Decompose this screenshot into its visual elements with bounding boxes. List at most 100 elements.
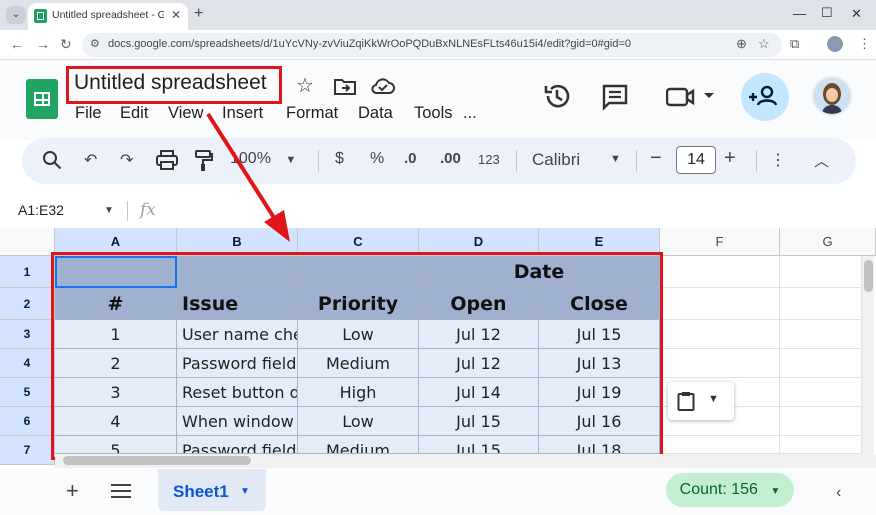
back-icon[interactable]: ← — [10, 36, 24, 52]
browser-menu-icon[interactable]: ⋮ — [858, 36, 871, 52]
font-size-input[interactable]: 14 — [676, 146, 716, 174]
cell-f4[interactable] — [660, 349, 780, 378]
decrease-decimal-label: .0 — [404, 150, 417, 167]
paste-options-button[interactable]: ▼ — [668, 382, 734, 420]
reload-icon[interactable]: ↻ — [60, 36, 72, 53]
horizontal-scrollbar[interactable] — [55, 454, 876, 468]
bookmark-star-icon[interactable]: ☆ — [758, 36, 770, 52]
sheet-tab-label: Sheet1 — [173, 482, 229, 501]
star-icon[interactable]: ☆ — [296, 73, 314, 98]
sheet-tab-sheet1[interactable]: Sheet1 ▼ — [158, 469, 266, 511]
add-sheet-button[interactable]: + — [66, 478, 79, 504]
formula-bar — [0, 192, 876, 228]
formula-divider — [127, 201, 128, 221]
cell-g4[interactable] — [780, 349, 862, 378]
font-select[interactable]: Calibri ▼ — [532, 150, 621, 170]
cell-g5[interactable] — [780, 378, 862, 407]
row-header-7[interactable]: 7 — [0, 436, 55, 465]
cell-f3[interactable] — [660, 320, 780, 349]
name-box[interactable]: A1:E32 — [18, 202, 64, 218]
vertical-scrollbar[interactable] — [862, 256, 874, 454]
new-tab-button[interactable]: + — [194, 5, 203, 23]
cell-f1[interactable] — [660, 256, 780, 288]
title-highlight-box — [66, 66, 282, 104]
zoom-icon[interactable]: ⊕ — [736, 36, 747, 52]
forward-icon[interactable]: → — [36, 36, 50, 52]
cloud-saved-icon[interactable] — [371, 77, 395, 95]
menu-tools[interactable]: Tools — [414, 104, 453, 123]
address-bar-row: ← → ↻ ⚙ docs.google.com/spreadsheets/d/1… — [0, 30, 876, 60]
redo-icon[interactable]: ↷ — [120, 150, 133, 170]
minimize-icon[interactable]: — — [793, 6, 806, 21]
tab-close-icon[interactable]: ✕ — [171, 8, 181, 22]
menu-file[interactable]: File — [75, 104, 102, 123]
row-header-3[interactable]: 3 — [0, 320, 55, 349]
extensions-icon[interactable]: ⧉ — [790, 36, 799, 52]
horizontal-scroll-thumb[interactable] — [63, 456, 251, 465]
menu-edit[interactable]: Edit — [120, 104, 148, 123]
browser-tab-bar: ⌄ Untitled spreadsheet - Google S ✕ + — … — [0, 0, 876, 30]
move-folder-icon[interactable] — [334, 77, 356, 95]
name-box-dropdown-icon[interactable]: ▼ — [104, 205, 114, 216]
sheets-logo-icon[interactable] — [26, 79, 58, 119]
profile-icon[interactable] — [827, 36, 843, 52]
row-header-1[interactable]: 1 — [0, 256, 55, 288]
vertical-scroll-thumb[interactable] — [864, 260, 873, 292]
font-dropdown-icon: ▼ — [610, 153, 621, 165]
select-all-corner[interactable] — [0, 228, 55, 256]
font-size-increase-button[interactable]: + — [724, 147, 736, 170]
count-label: Count: 156 — [679, 481, 758, 498]
print-icon[interactable] — [156, 150, 178, 170]
collapse-toolbar-icon[interactable]: ︿ — [814, 150, 829, 171]
font-size-decrease-button[interactable]: − — [650, 147, 662, 170]
toolbar-divider — [636, 150, 637, 172]
fx-icon: fx — [140, 200, 156, 220]
menu-data[interactable]: Data — [358, 104, 393, 123]
percent-format-button[interactable]: % — [370, 150, 384, 168]
comments-icon[interactable] — [602, 84, 628, 110]
tab-search-icon[interactable]: ⌄ — [6, 6, 26, 24]
search-menus-icon[interactable] — [42, 150, 62, 170]
tab-title: Untitled spreadsheet - Google S — [52, 9, 164, 21]
side-panel-toggle-icon[interactable]: ‹ — [836, 484, 841, 502]
menu-more[interactable]: ... — [463, 104, 477, 123]
clipboard-icon — [677, 391, 695, 411]
decrease-decimal-button[interactable]: .0 — [404, 150, 417, 167]
all-sheets-icon[interactable] — [111, 484, 131, 498]
data-range-highlight-box — [51, 252, 663, 460]
font-name: Calibri — [532, 150, 581, 169]
column-header-g[interactable]: G — [780, 228, 876, 256]
row-header-2[interactable]: 2 — [0, 288, 55, 320]
sheet-tab-dropdown-icon[interactable]: ▼ — [240, 486, 250, 497]
cell-g1[interactable] — [780, 256, 862, 288]
url-field[interactable]: ⚙ docs.google.com/spreadsheets/d/1uYcVNy… — [82, 33, 782, 57]
row-header-4[interactable]: 4 — [0, 349, 55, 378]
version-history-icon[interactable] — [543, 82, 571, 110]
undo-icon[interactable]: ↶ — [84, 150, 97, 170]
maximize-icon[interactable]: ☐ — [821, 5, 833, 21]
number-format-button[interactable]: 123 — [478, 152, 500, 167]
increase-decimal-label: .00 — [440, 150, 461, 167]
menu-view[interactable]: View — [168, 104, 203, 123]
cell-g7[interactable] — [780, 436, 862, 454]
increase-decimal-button[interactable]: .00 — [440, 150, 461, 167]
currency-format-button[interactable]: $ — [335, 150, 344, 168]
account-avatar[interactable] — [812, 76, 852, 116]
cell-f7[interactable] — [660, 436, 780, 454]
cell-g2[interactable] — [780, 288, 862, 320]
cell-f2[interactable] — [660, 288, 780, 320]
formatting-toolbar: ↶ ↷ 100% ▼ $ % .0 .00 123 Calibri ▼ − 14… — [22, 138, 856, 184]
cell-g3[interactable] — [780, 320, 862, 349]
toolbar-divider — [756, 150, 757, 172]
column-header-f[interactable]: F — [660, 228, 780, 256]
row-header-5[interactable]: 5 — [0, 378, 55, 407]
browser-tab[interactable]: Untitled spreadsheet - Google S ✕ — [28, 3, 188, 30]
count-summary-button[interactable]: Count: 156 ▼ — [666, 473, 794, 507]
cell-g6[interactable] — [780, 407, 862, 436]
window-close-icon[interactable]: ✕ — [851, 6, 862, 22]
site-info-icon[interactable]: ⚙ — [90, 37, 100, 50]
row-header-6[interactable]: 6 — [0, 407, 55, 436]
more-options-icon[interactable]: ⋮ — [770, 150, 786, 170]
meet-icon[interactable] — [666, 86, 714, 108]
share-button[interactable] — [741, 73, 789, 121]
